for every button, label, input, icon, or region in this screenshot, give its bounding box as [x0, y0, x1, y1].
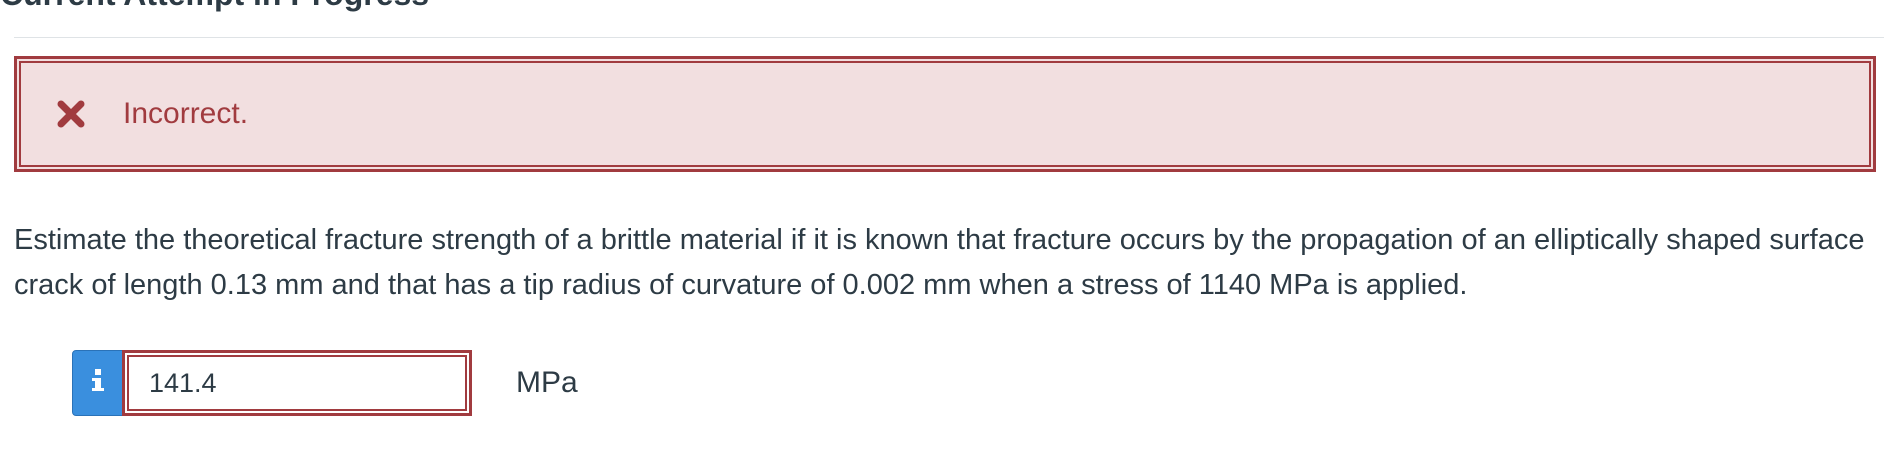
x-icon: [51, 94, 91, 134]
answer-input-wrapper: [122, 350, 472, 416]
feedback-alert-inner: Incorrect.: [19, 61, 1871, 167]
answer-row: MPa: [72, 350, 578, 416]
unit-label: MPa: [516, 366, 578, 399]
answer-input[interactable]: [127, 355, 467, 411]
feedback-status-text: Incorrect.: [123, 97, 249, 130]
info-button[interactable]: [72, 350, 124, 416]
feedback-alert: Incorrect.: [14, 56, 1876, 172]
info-icon: [91, 368, 105, 399]
quiz-page: Current Attempt in Progress Incorrect. E…: [0, 0, 1884, 468]
section-heading: Current Attempt in Progress: [0, 0, 429, 13]
question-text: Estimate the theoretical fracture streng…: [14, 224, 1865, 301]
heading-divider: [14, 37, 1884, 38]
